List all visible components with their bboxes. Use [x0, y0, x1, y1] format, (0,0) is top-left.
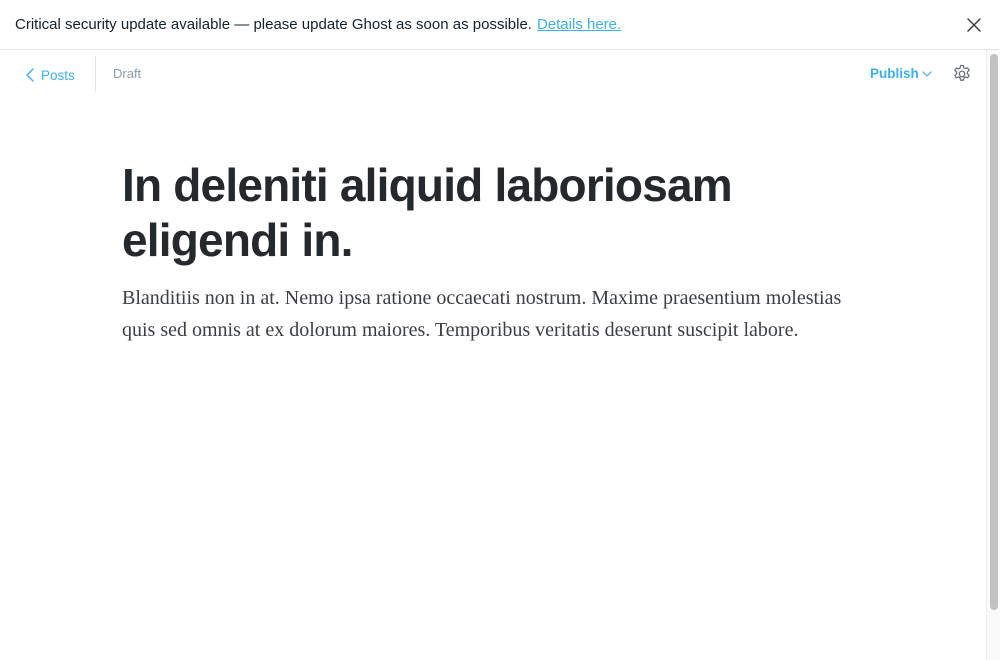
close-icon[interactable]	[965, 16, 983, 34]
scrollbar[interactable]	[986, 50, 1000, 660]
post-title[interactable]: In deleniti aliquid laboriosam eligendi …	[122, 158, 862, 268]
post-editor: Posts Draft Publish In deleniti aliquid …	[0, 50, 986, 660]
post-content: In deleniti aliquid laboriosam eligendi …	[122, 158, 862, 346]
back-to-posts-label: Posts	[41, 67, 75, 83]
security-update-banner: Critical security update available — ple…	[0, 0, 1000, 50]
scrollbar-thumb[interactable]	[990, 54, 998, 610]
back-to-posts-link[interactable]: Posts	[25, 65, 75, 85]
post-status: Draft	[113, 66, 142, 81]
gear-icon[interactable]	[952, 64, 972, 84]
editor-toolbar: Posts Draft Publish	[0, 50, 986, 98]
publish-menu-button[interactable]: Publish	[870, 66, 932, 81]
details-link[interactable]: Details here.	[537, 16, 621, 33]
toolbar-divider	[95, 56, 96, 92]
post-body[interactable]: Blanditiis non in at. Nemo ipsa ratione …	[122, 282, 862, 346]
chevron-down-icon	[922, 70, 932, 78]
banner-message: Critical security update available — ple…	[15, 16, 532, 33]
publish-label: Publish	[870, 66, 919, 81]
chevron-left-icon	[25, 68, 35, 82]
